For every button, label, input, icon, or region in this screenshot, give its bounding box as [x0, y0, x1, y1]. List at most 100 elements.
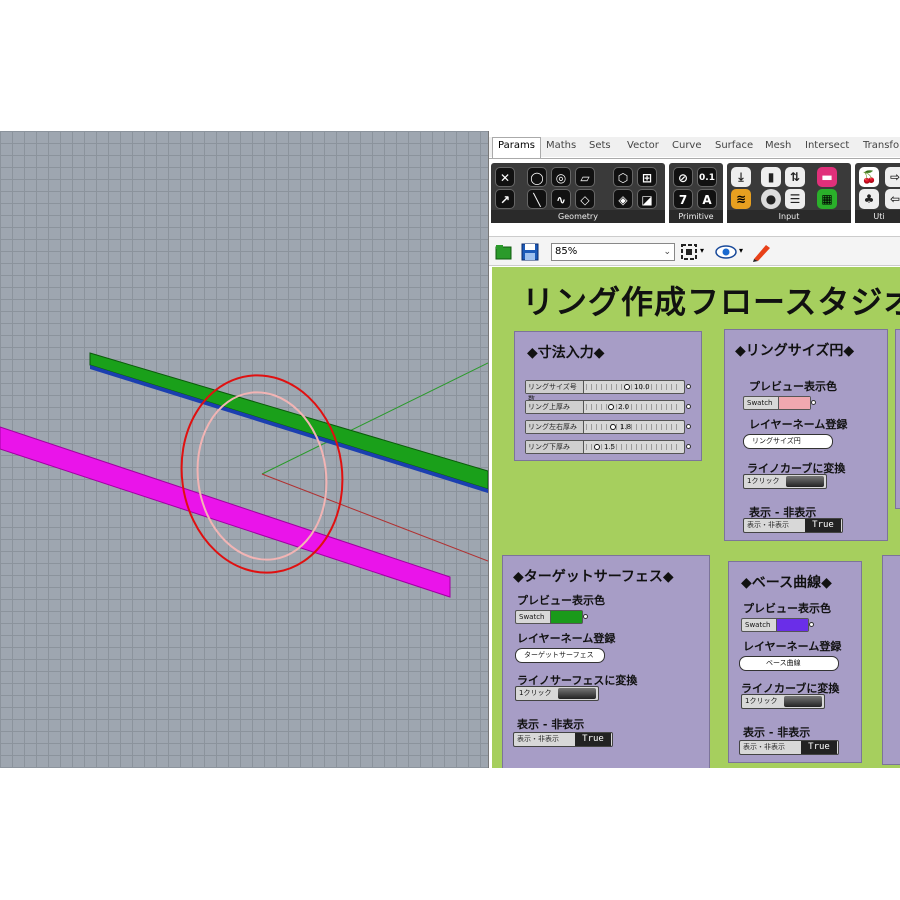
ring-color-swatch[interactable]: Swatch [743, 396, 811, 410]
tab-transform[interactable]: Transfor [863, 140, 900, 151]
output-grip[interactable] [686, 384, 691, 389]
zoom-extents-dropdown-icon[interactable]: ▾ [700, 246, 704, 255]
slider-object-icon[interactable]: ⇅ [785, 167, 805, 187]
base-curve-panel[interactable]: ◆ベース曲線◆ プレビュー表示色 Swatch レイヤーネーム登録 ベース曲線 … [728, 561, 862, 763]
line-param-icon[interactable]: ╲ [527, 189, 547, 209]
top-thickness-slider[interactable]: リング上厚み 2.0 [525, 400, 685, 414]
grasshopper-canvas[interactable]: リング作成フロースタジオ ◆寸法入力◆ リングサイズ号数 10.0 リング上厚み… [492, 267, 900, 768]
open-folder-icon[interactable] [495, 243, 513, 261]
button-face [786, 476, 824, 487]
canvas-toolbar: 85% ⌄ ▾ ▾ [489, 236, 900, 266]
graph-mapper-icon[interactable]: ≋ [731, 189, 751, 209]
number-param-icon[interactable]: 0.1 [697, 167, 717, 187]
visibility-toggle[interactable]: 表示・非表示 True [739, 740, 839, 755]
relay-icon[interactable]: ⇨ [885, 167, 900, 187]
bottom-thickness-slider[interactable]: リング下厚み 1.5 [525, 440, 685, 454]
slider-track [586, 424, 680, 430]
output-grip[interactable] [809, 622, 814, 627]
curve-param-icon[interactable]: ∿ [551, 189, 571, 209]
colour-swatch-icon[interactable]: ▦ [817, 189, 837, 209]
boolean-param-icon[interactable]: ⊘ [673, 167, 693, 187]
preview-eye-icon[interactable] [715, 243, 737, 261]
download-icon[interactable]: ⤓ [731, 167, 751, 187]
cherry-picker-icon[interactable]: 🍒 [859, 167, 879, 187]
tab-mesh[interactable]: Mesh [765, 140, 791, 151]
output-grip[interactable] [686, 444, 691, 449]
rectangle-param-icon[interactable]: ▱ [575, 167, 595, 187]
toggle-object-icon[interactable]: ● [761, 189, 781, 209]
swatch-color [778, 397, 810, 409]
button-object-icon[interactable]: ▮ [761, 167, 781, 187]
button-label: 1クリック [519, 689, 552, 697]
tab-params[interactable]: Params [492, 137, 541, 159]
visibility-toggle[interactable]: 表示・非表示 True [513, 732, 613, 747]
canvas-title: リング作成フロースタジオ [522, 283, 900, 321]
tab-intersect[interactable]: Intersect [805, 140, 849, 151]
ring-size-circle-panel[interactable]: ◆リングサイズ円◆ プレビュー表示色 Swatch レイヤーネーム登録 リングサ… [724, 329, 888, 541]
tab-sets[interactable]: Sets [589, 140, 611, 151]
visibility-toggle[interactable]: 表示・非表示 True [743, 518, 843, 533]
button-face [784, 696, 822, 707]
circle-param-icon[interactable]: ◯ [527, 167, 547, 187]
output-grip[interactable] [686, 424, 691, 429]
preview-dropdown-icon[interactable]: ▾ [739, 246, 743, 255]
save-icon[interactable] [521, 243, 539, 261]
slider-grip[interactable] [610, 424, 616, 430]
convert-button[interactable]: 1クリック [743, 474, 827, 489]
layer-name-field[interactable]: ターゲットサーフェス [515, 648, 605, 663]
slider-track [586, 384, 680, 390]
layer-name-field[interactable]: ベース曲線 [739, 656, 839, 671]
slider-value: 10.0 [634, 383, 650, 391]
text-param-icon[interactable]: A [697, 189, 717, 209]
slider-grip[interactable] [624, 384, 630, 390]
output-grip[interactable] [686, 404, 691, 409]
side-thickness-slider[interactable]: リング左右厚み 1.8 [525, 420, 685, 434]
visibility-label: 表示 - 非表示 [517, 718, 585, 731]
base-color-swatch[interactable]: Swatch [741, 618, 809, 632]
value-list-icon[interactable]: ☰ [785, 189, 805, 209]
mesh-param-icon[interactable]: ⊞ [637, 167, 657, 187]
input-group: ⤓ ≋ ▮ ● ⇅ ☰ ▬ ▦ Input [727, 163, 851, 223]
dimension-input-panel[interactable]: ◆寸法入力◆ リングサイズ号数 10.0 リング上厚み 2.0 リング左右厚み … [514, 331, 702, 461]
ring-size-slider[interactable]: リングサイズ号数 10.0 [525, 380, 685, 403]
component-tabs: Params Maths Sets Vector Curve Surface M… [489, 137, 900, 159]
toggle-label: 表示・非表示 [747, 521, 789, 529]
visibility-label: 表示 - 非表示 [743, 726, 811, 739]
ring-panel-title: ◆リングサイズ円◆ [735, 343, 855, 359]
slider-grip[interactable] [594, 444, 600, 450]
zoom-extents-icon[interactable] [680, 243, 698, 261]
data-dam-icon[interactable]: ⇦ [885, 189, 900, 209]
arc-param-icon[interactable]: ◎ [551, 167, 571, 187]
layer-name-field[interactable]: リングサイズ円 [743, 434, 833, 449]
zoom-value: 85% [555, 246, 578, 257]
tab-vector[interactable]: Vector [627, 140, 659, 151]
plane-param-icon[interactable]: ◇ [575, 189, 595, 209]
base-panel-title: ◆ベース曲線◆ [741, 575, 832, 591]
output-grip[interactable] [583, 614, 588, 619]
sketch-pen-icon[interactable] [751, 242, 773, 262]
gradient-icon[interactable]: ▬ [817, 167, 837, 187]
rhino-viewport[interactable] [0, 131, 488, 768]
target-color-swatch[interactable]: Swatch [515, 610, 583, 624]
geometry-group-label: Geometry [491, 210, 665, 223]
tab-curve[interactable]: Curve [672, 140, 702, 151]
surface-param-icon[interactable]: ◈ [613, 189, 633, 209]
box-param-icon[interactable]: ⬡ [613, 167, 633, 187]
grasshopper-window: Params Maths Sets Vector Curve Surface M… [488, 131, 900, 768]
toggle-value: True [575, 733, 611, 746]
swatch-color [550, 611, 582, 623]
tab-maths[interactable]: Maths [546, 140, 576, 151]
convert-button[interactable]: 1クリック [515, 686, 599, 701]
zoom-select[interactable]: 85% ⌄ [551, 243, 675, 261]
integer-param-icon[interactable]: 7 [673, 189, 693, 209]
brep-param-icon[interactable]: ◪ [637, 189, 657, 209]
tab-surface[interactable]: Surface [715, 140, 753, 151]
vector-icon[interactable]: ↗ [495, 189, 515, 209]
slider-grip[interactable] [608, 404, 614, 410]
point-icon[interactable]: ✕ [495, 167, 515, 187]
convert-button[interactable]: 1クリック [741, 694, 825, 709]
toggle-label: 表示・非表示 [517, 735, 559, 743]
output-grip[interactable] [811, 400, 816, 405]
target-surface-panel[interactable]: ◆ターゲットサーフェス◆ プレビュー表示色 Swatch レイヤーネーム登録 タ… [502, 555, 710, 768]
tree-icon[interactable]: ♣ [859, 189, 879, 209]
